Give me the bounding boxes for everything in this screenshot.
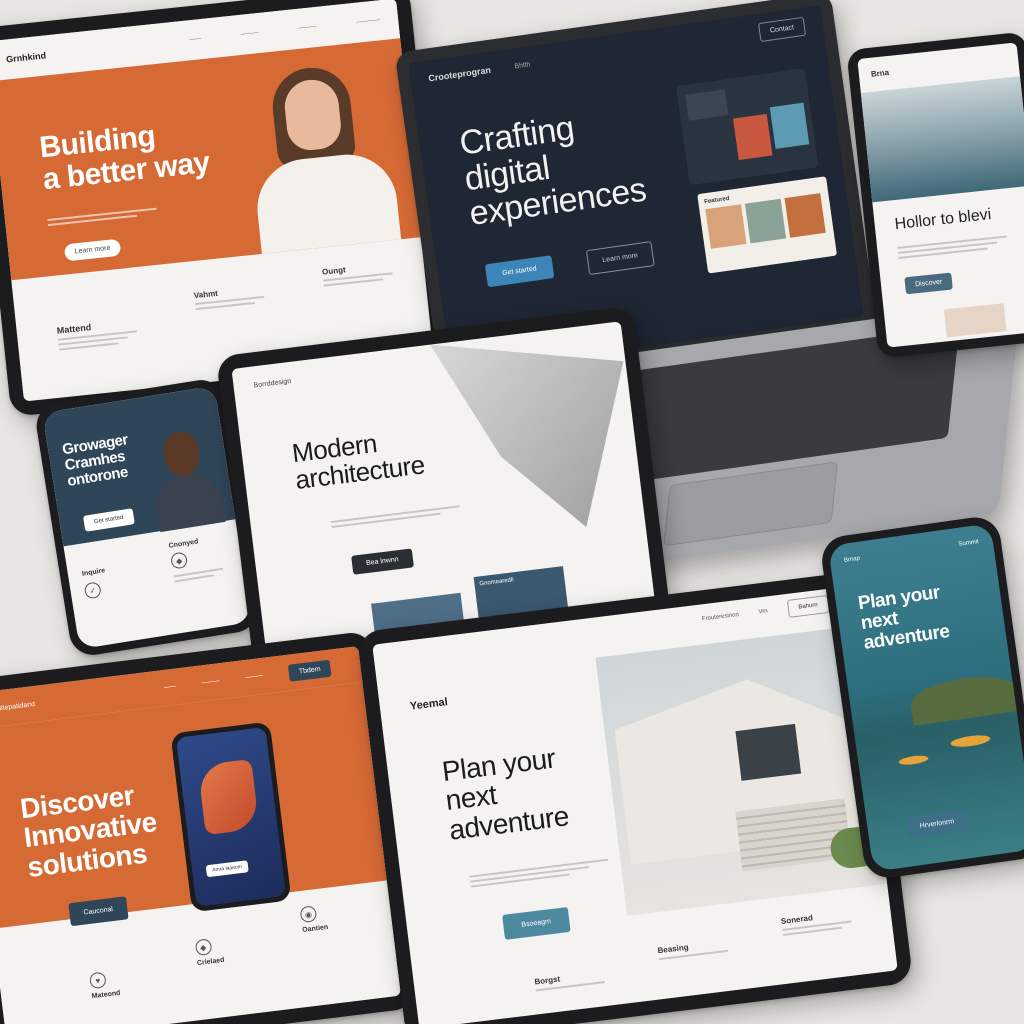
- brand-logo[interactable]: Crooteprogran: [428, 65, 492, 84]
- laptop-headline: Crafting digital experiences: [457, 102, 648, 233]
- contact-button[interactable]: Contact: [757, 16, 807, 42]
- inner-phone: Amra laaeom: [170, 721, 292, 913]
- gallery-card: Featured: [697, 176, 838, 274]
- card-thumb: [705, 204, 747, 249]
- hero-headline: Building a better way: [38, 115, 211, 195]
- feature-icon: ♥: [88, 971, 107, 990]
- gallery-thumb: [769, 102, 810, 149]
- card-label: Gnomearedli: [479, 577, 515, 588]
- gallery-thumb: [685, 89, 729, 121]
- brand-logo[interactable]: Yeemal: [409, 696, 448, 713]
- phone-right-screen: Brnap Summit Plan your next adventure Hr…: [827, 523, 1024, 872]
- features-row: Borgst Beasing Sonerad: [530, 907, 865, 994]
- learn-more-button[interactable]: Learn more: [585, 241, 655, 276]
- feature-label: Inquire: [81, 567, 106, 578]
- primary-button[interactable]: Hrverlonrm: [906, 809, 968, 839]
- phone-left-screen: Growager Cramhes ontorone Get started In…: [42, 385, 252, 650]
- hero-body-text: [47, 204, 168, 229]
- phone-cta-button[interactable]: Amra laaeom: [205, 860, 249, 878]
- hillside: [908, 670, 1023, 726]
- hero-portrait: [143, 427, 227, 533]
- nav-link[interactable]: ——: [164, 684, 177, 691]
- nav-button[interactable]: Tbdem: [287, 659, 332, 682]
- nav-link[interactable]: ——: [189, 35, 202, 45]
- feature-icon: ◆: [194, 938, 213, 957]
- hero-body-text: [330, 502, 461, 531]
- tablet-bottom-center: Frouteresinon Vrn Bahurn Yeemal Plan you…: [356, 570, 914, 1024]
- nav-link[interactable]: Bhlth: [514, 61, 531, 70]
- tablet-bottom-left-screen: Hitepatidarxt —— ——— ——— Tbdem Discover …: [0, 646, 401, 1024]
- hero-sea-image: [860, 76, 1024, 203]
- building-window: [735, 723, 802, 781]
- feature-icon: ◉: [299, 905, 318, 924]
- kayak-1: [949, 733, 991, 749]
- tablet-top-right-screen: Brna Hollor to blevi Discover: [857, 42, 1024, 348]
- architecture-graphic: [430, 322, 643, 544]
- nav-link[interactable]: ———: [240, 29, 260, 39]
- nav-link[interactable]: Vrn: [758, 608, 768, 615]
- top-nav: Brnap Summit: [844, 539, 980, 564]
- hero-headline: Plan your next adventure: [440, 742, 570, 845]
- feature-title: Mattend: [56, 322, 92, 336]
- feature-label: Cnonyed: [168, 538, 199, 550]
- nav-link[interactable]: ———: [298, 23, 317, 33]
- nav-link[interactable]: ————: [356, 16, 381, 27]
- brand-logo[interactable]: Hitepatidarxt: [0, 700, 35, 712]
- brand-logo[interactable]: Brna: [870, 68, 889, 79]
- primary-button[interactable]: Cauconal: [68, 896, 129, 927]
- learn-more-button[interactable]: Learn more: [63, 238, 122, 262]
- features-row: ♥ Mateond ◆ Crielaed ◉ Oantien: [84, 899, 377, 1000]
- discover-button[interactable]: Discover: [904, 272, 954, 295]
- hero-headline: Discover Innovative solutions: [19, 778, 162, 883]
- feature-col-1: Mattend: [56, 316, 148, 353]
- get-started-button[interactable]: Get started: [484, 255, 555, 288]
- hero-body-text: [897, 231, 1018, 261]
- tablet-bottom-center-screen: Frouteresinon Vrn Bahurn Yeemal Plan you…: [372, 586, 898, 1024]
- inner-phone-screen: Amra laaeom: [175, 727, 286, 907]
- hero-portrait: [238, 50, 407, 255]
- hero-headline: Plan your next adventure: [857, 582, 951, 654]
- card-thumb: [784, 193, 826, 238]
- hero-body-text: [469, 856, 610, 891]
- primary-button[interactable]: Bea lnwnn: [351, 548, 414, 575]
- hero-headline: Modern architecture: [290, 425, 426, 495]
- laptop-screen: Crooteprogran Bhlth Contact Crafting dig…: [408, 5, 864, 375]
- abstract-graphic: [197, 759, 260, 836]
- hero-headline: Growager Cramhes ontorone: [61, 431, 134, 489]
- portrait-shirt: [252, 149, 402, 254]
- gallery-panel: [675, 68, 819, 186]
- thumb-image: [943, 303, 1007, 338]
- gallery-thumb: [732, 113, 773, 161]
- nav-link[interactable]: Brnap: [844, 556, 861, 564]
- nav-link[interactable]: Frouteresinon: [702, 612, 739, 622]
- primary-button[interactable]: Bsoeagm: [502, 907, 571, 940]
- feature-icon: ✓: [83, 581, 102, 600]
- kayak-2: [898, 754, 929, 767]
- card-thumb: [744, 198, 787, 244]
- brand-logo[interactable]: Borrddesign: [253, 378, 291, 390]
- hero-section: Discover Innovative solutions Cauconal A…: [0, 681, 387, 929]
- nav-button[interactable]: Bahurn: [786, 594, 830, 618]
- hero-section: Building a better way Learn more: [0, 38, 422, 281]
- portrait-face: [161, 429, 202, 479]
- brand-logo[interactable]: Grnhkind: [6, 50, 47, 64]
- feature-col-3: Oungt: [322, 259, 408, 325]
- nav-link[interactable]: ———: [201, 678, 220, 686]
- nav-link[interactable]: ———: [245, 673, 264, 681]
- get-started-button[interactable]: Get started: [82, 508, 135, 532]
- feature-col-2: Vahmt: [193, 283, 278, 339]
- tablet-top-right: Brna Hollor to blevi Discover: [846, 31, 1024, 359]
- portrait-suit: [152, 470, 226, 533]
- hero-section: Growager Cramhes ontorone Get started: [42, 385, 236, 547]
- tablet-bottom-left: Hitepatidarxt —— ——— ——— Tbdem Discover …: [0, 630, 417, 1024]
- brand-logo[interactable]: Summit: [958, 539, 979, 548]
- hero-headline: Hollor to blevi: [893, 206, 993, 234]
- feature-icon: ◆: [169, 551, 189, 570]
- features-row: Inquire ✓ Cnonyed ◆: [79, 534, 234, 600]
